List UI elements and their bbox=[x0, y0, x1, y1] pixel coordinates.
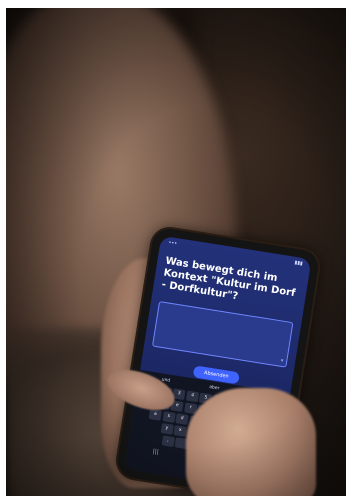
key[interactable]: 4 bbox=[185, 390, 200, 403]
resize-icon: ▾ bbox=[280, 357, 284, 365]
key[interactable]: a bbox=[148, 408, 162, 421]
comma-key[interactable]: , bbox=[161, 435, 175, 447]
status-icons: ▮▮▮ bbox=[294, 259, 304, 267]
key[interactable]: x bbox=[173, 425, 187, 437]
photo: ••• ▮▮▮ Was bewegt dich im Kontext "Kult… bbox=[6, 8, 346, 496]
key[interactable]: s bbox=[161, 411, 176, 423]
key[interactable]: d bbox=[175, 413, 189, 425]
status-time: ••• bbox=[167, 239, 178, 248]
recents-icon[interactable]: ||| bbox=[152, 448, 159, 456]
answer-textbox[interactable]: ▾ bbox=[151, 301, 294, 368]
suggestion-2[interactable]: aber bbox=[208, 384, 220, 394]
right-hand bbox=[186, 388, 316, 496]
key[interactable]: y bbox=[160, 422, 174, 435]
